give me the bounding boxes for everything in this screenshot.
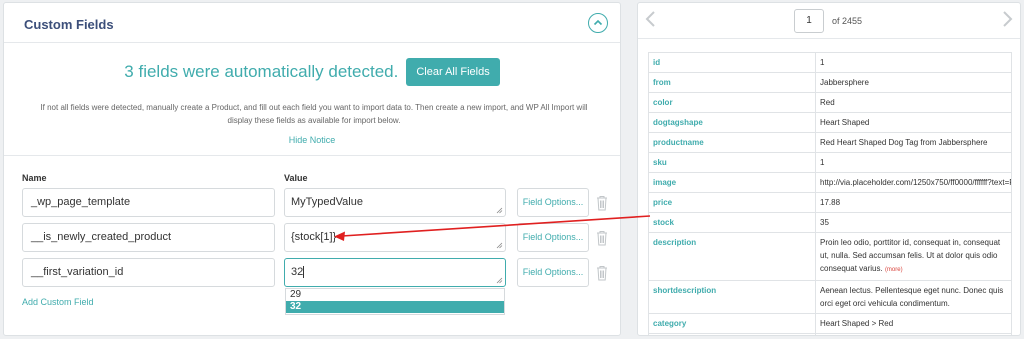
- detected-message: 3 fields were automatically detected.: [124, 62, 399, 81]
- record-row-productname: productname Red Heart Shaped Dog Tag from…: [648, 132, 1012, 153]
- record-value[interactable]: Proin leo odio, porttitor id, consequat …: [815, 232, 1012, 281]
- record-value[interactable]: Heart Shaped > Red: [815, 313, 1012, 334]
- more-link[interactable]: (more): [885, 267, 903, 273]
- record-value-text: Red: [820, 98, 835, 107]
- record-row-category: category Heart Shaped > Red: [648, 313, 1012, 334]
- record-row-dogtagshape: dogtagshape Heart Shaped: [648, 112, 1012, 133]
- record-key: sku: [648, 152, 816, 173]
- record-row-weight: weight24: [648, 333, 1012, 335]
- dropdown-option[interactable]: 29: [286, 289, 504, 301]
- value-column-header: Value: [284, 173, 308, 183]
- field-value-input[interactable]: 32: [284, 258, 506, 287]
- record-key: dogtagshape: [648, 112, 816, 133]
- trash-icon[interactable]: [595, 265, 609, 281]
- clear-all-fields-button[interactable]: Clear All Fields: [406, 58, 500, 86]
- record-row-shortdescription: shortdescription Aenean lectus. Pellentes…: [648, 280, 1012, 314]
- resize-handle-icon[interactable]: [496, 277, 503, 284]
- record-row-image: image http://via.placeholder.com/1250x750…: [648, 172, 1012, 193]
- record-value[interactable]: 1: [815, 52, 1012, 73]
- record-row-price: price 17.88: [648, 192, 1012, 213]
- field-value-text: 32: [291, 266, 304, 278]
- field-name-input[interactable]: __first_variation_id: [22, 258, 275, 287]
- pager: 1 of 2455: [638, 3, 1020, 39]
- add-custom-field-link[interactable]: Add Custom Field: [22, 297, 94, 307]
- autocomplete-dropdown: 29 32: [285, 288, 505, 315]
- panel-header: Custom Fields: [4, 3, 620, 43]
- record-value[interactable]: 24: [815, 333, 1012, 335]
- record-value-text: Aenean lectus. Pellentesque eget nunc. D…: [820, 286, 1004, 308]
- record-value-text: 17.88: [820, 198, 841, 207]
- detected-row: 3 fields were automatically detected. Cl…: [4, 58, 620, 86]
- notice-text: If not all fields were detected, manuall…: [40, 103, 588, 125]
- field-name-input[interactable]: __is_newly_created_product: [22, 223, 275, 252]
- field-value-input[interactable]: MyTypedValue: [284, 188, 506, 217]
- trash-icon[interactable]: [595, 195, 609, 211]
- record-value-text: Heart Shaped: [820, 118, 870, 127]
- record-value-text: 1: [820, 158, 825, 167]
- panel-title: Custom Fields: [24, 17, 114, 32]
- text-cursor: [303, 266, 305, 279]
- resize-handle-icon[interactable]: [496, 207, 503, 214]
- record-preview-panel: 1 of 2455 id 1 from Jabbersphere color Red dog…: [637, 2, 1021, 336]
- name-column-header: Name: [22, 173, 47, 183]
- dropdown-option-selected[interactable]: 32: [286, 301, 504, 313]
- record-row-description: description Proin leo odio, porttitor id,…: [648, 232, 1012, 281]
- record-row-color: color Red: [648, 92, 1012, 113]
- record-value[interactable]: 1: [815, 152, 1012, 173]
- chevron-right-icon[interactable]: [1000, 10, 1014, 28]
- record-key: weight: [648, 333, 816, 335]
- field-name-input[interactable]: _wp_page_template: [22, 188, 275, 217]
- record-value[interactable]: http://via.placeholder.com/1250x750/ff00…: [815, 172, 1012, 193]
- chevron-up-icon: [593, 19, 603, 26]
- record-value[interactable]: Red Heart Shaped Dog Tag from Jabbersphe…: [815, 132, 1012, 153]
- record-value-text: Jabbersphere: [820, 78, 869, 87]
- resize-handle-icon[interactable]: [496, 242, 503, 249]
- field-options-button[interactable]: Field Options...: [517, 223, 589, 252]
- record-key: stock: [648, 212, 816, 233]
- record-key: id: [648, 52, 816, 73]
- chevron-left-icon[interactable]: [644, 10, 658, 28]
- record-value-text: 35: [820, 218, 829, 227]
- record-row-sku: sku 1: [648, 152, 1012, 173]
- record-key: price: [648, 192, 816, 213]
- divider: [4, 155, 620, 156]
- record-value[interactable]: 17.88: [815, 192, 1012, 213]
- record-value[interactable]: Heart Shaped: [815, 112, 1012, 133]
- record-value-text: http://via.placeholder.com/1250x750/ff00…: [820, 178, 1011, 187]
- page-total: of 2455: [832, 16, 863, 26]
- record-value-text: 1: [820, 58, 825, 67]
- record-key: description: [648, 232, 816, 281]
- record-row-from: from Jabbersphere: [648, 72, 1012, 93]
- record-key: productname: [648, 132, 816, 153]
- record-value[interactable]: Red: [815, 92, 1012, 113]
- custom-fields-panel: Custom Fields 3 fields were automaticall…: [3, 2, 621, 336]
- record-key: image: [648, 172, 816, 193]
- record-key: category: [648, 313, 816, 334]
- record-table: id 1 from Jabbersphere color Red dogtagshape He…: [648, 52, 1012, 335]
- field-options-button[interactable]: Field Options...: [517, 258, 589, 287]
- record-key: shortdescription: [648, 280, 816, 314]
- page-number-input[interactable]: 1: [794, 9, 824, 33]
- field-value-text: MyTypedValue: [291, 196, 363, 208]
- record-row-id: id 1: [648, 52, 1012, 73]
- field-value-input[interactable]: {stock[1]}: [284, 223, 506, 252]
- trash-icon[interactable]: [595, 230, 609, 246]
- record-key: from: [648, 72, 816, 93]
- hide-notice-link[interactable]: Hide Notice: [4, 135, 620, 145]
- record-value[interactable]: Aenean lectus. Pellentesque eget nunc. D…: [815, 280, 1012, 314]
- field-options-button[interactable]: Field Options...: [517, 188, 589, 217]
- record-value-text: Red Heart Shaped Dog Tag from Jabbersphe…: [820, 138, 988, 147]
- record-value[interactable]: Jabbersphere: [815, 72, 1012, 93]
- record-value-text: Heart Shaped > Red: [820, 319, 894, 328]
- collapse-button[interactable]: [588, 13, 608, 33]
- field-value-text: {stock[1]}: [291, 231, 337, 243]
- record-row-stock: stock 35: [648, 212, 1012, 233]
- record-key: color: [648, 92, 816, 113]
- record-value[interactable]: 35: [815, 212, 1012, 233]
- record-value-text: Proin leo odio, porttitor id, consequat …: [820, 238, 1001, 273]
